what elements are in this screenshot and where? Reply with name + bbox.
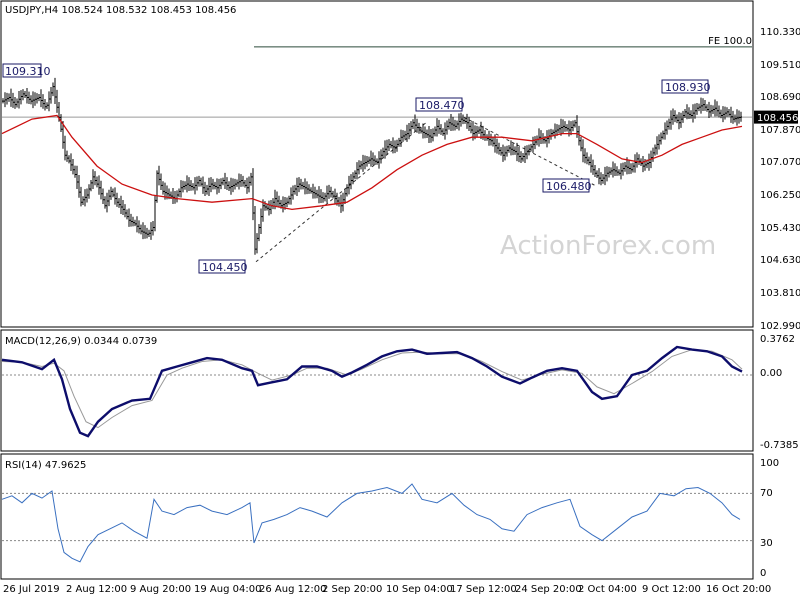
price-ytick-label: 109.510	[760, 60, 800, 71]
xtick-label: 9 Aug 20:00	[130, 584, 191, 595]
price-ytick-label: 102.990	[760, 321, 800, 332]
xtick-label: 10 Sep 04:00	[386, 584, 453, 595]
watermark: ActionForex.com	[500, 231, 716, 261]
price-ytick-label: 110.330	[760, 27, 800, 38]
rsi-ytick-label: 0	[760, 568, 766, 579]
xtick-label: 9 Oct 12:00	[642, 584, 701, 595]
annotation-label: 108.470	[419, 99, 465, 112]
annotation: 108.470	[415, 97, 465, 112]
chart-area: USDJPY,H4 108.524 108.532 108.453 108.45…	[0, 0, 800, 600]
price-ytick-label: 107.870	[760, 125, 800, 136]
price-ytick-label: 108.690	[760, 92, 800, 103]
price-ytick-label: 104.630	[760, 255, 800, 266]
xtick-label: 24 Sep 20:00	[515, 584, 582, 595]
rsi-ytick-label: 100	[760, 458, 779, 469]
price-panel-header: USDJPY,H4 108.524 108.532 108.453 108.45…	[5, 5, 236, 16]
annotation: 109.310	[2, 63, 51, 78]
xtick-label: 2 Sep 20:00	[322, 584, 382, 595]
current-price-label: 108.456	[757, 113, 798, 124]
annotation-label: 104.450	[202, 261, 248, 274]
xtick-label: 17 Sep 12:00	[450, 584, 517, 595]
rsi-ytick-label: 70	[760, 488, 773, 499]
price-ytick-label: 103.810	[760, 288, 800, 299]
macd-panel-header: MACD(12,26,9) 0.0344 0.0739	[5, 336, 157, 347]
annotation-label: 109.310	[5, 65, 51, 78]
price-ytick-label: 106.250	[760, 190, 800, 201]
xtick-label: 16 Oct 20:00	[706, 584, 771, 595]
xtick-label: 26 Jul 2019	[3, 584, 60, 595]
annotation-label: 108.930	[665, 81, 711, 94]
annotation-label: 106.480	[546, 180, 592, 193]
xtick-label: 19 Aug 04:00	[194, 584, 261, 595]
annotation: 106.480	[542, 178, 592, 193]
price-ytick-label: 105.430	[760, 223, 800, 234]
xtick-label: 2 Oct 04:00	[578, 584, 637, 595]
xaxis: 26 Jul 2019 2 Aug 12:00 9 Aug 20:00 19 A…	[3, 584, 771, 595]
xtick-label: 2 Aug 12:00	[66, 584, 127, 595]
price-ytick-label: 107.070	[760, 157, 800, 168]
xtick-label: 26 Aug 12:00	[259, 584, 326, 595]
annotation: 104.450	[198, 259, 248, 274]
macd-ytick-label: 0.00	[760, 368, 782, 379]
rsi-panel-header: RSI(14) 47.9625	[5, 460, 86, 471]
macd-ytick-label: -0.7385	[760, 440, 799, 451]
rsi-ytick-label: 30	[760, 538, 773, 549]
fe-level-label: FE 100.0	[708, 36, 752, 47]
macd-ytick-label: 0.3762	[760, 334, 795, 345]
annotation: 108.930	[661, 79, 711, 94]
